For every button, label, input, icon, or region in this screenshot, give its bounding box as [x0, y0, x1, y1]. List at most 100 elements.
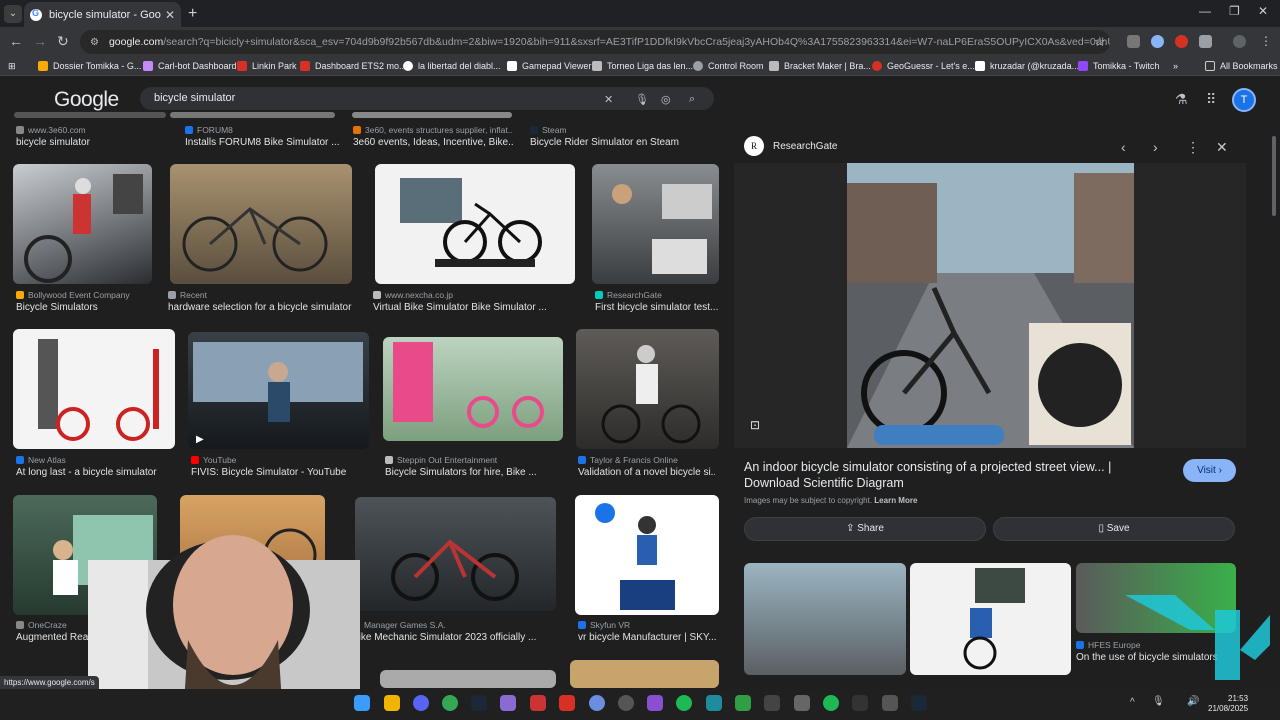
back-icon[interactable]: ←: [9, 33, 23, 49]
more-options-icon[interactable]: ⋮: [1186, 139, 1200, 156]
visit-button[interactable]: Visit ›: [1183, 459, 1236, 482]
result-caption[interactable]: Bicycle Rider Simulator en Steam: [530, 137, 720, 148]
search-input[interactable]: bicycle simulator: [140, 87, 714, 110]
file-explorer-icon[interactable]: [384, 695, 400, 711]
restore-icon[interactable]: ❐: [1229, 4, 1240, 18]
result-caption[interactable]: 3e60 events, Ideas, Incentive, Bike...: [353, 137, 513, 148]
result-image[interactable]: [170, 112, 335, 118]
steam-icon[interactable]: [471, 695, 487, 711]
result-image[interactable]: [383, 337, 563, 441]
result-caption[interactable]: bicycle simulator: [16, 137, 166, 148]
lens-camera-icon[interactable]: ◎: [661, 93, 671, 106]
tray-chevron-icon[interactable]: ^: [1130, 697, 1135, 708]
result-image[interactable]: ▶: [188, 332, 369, 449]
system-clock[interactable]: 21:53 21/08/2025: [1208, 694, 1248, 714]
indoor-bicycle-simulator-picture[interactable]: [734, 163, 1246, 448]
bookmark-item[interactable]: Dossier Tomikka - G...: [38, 61, 141, 71]
app-icon[interactable]: [589, 695, 605, 711]
microphone-tray-icon[interactable]: 🎙: [1152, 696, 1165, 707]
bookmark-item[interactable]: Bracket Maker | Bra...: [769, 61, 871, 71]
extension-icon[interactable]: [1151, 35, 1164, 48]
result-image[interactable]: [13, 164, 152, 284]
account-avatar[interactable]: T: [1232, 88, 1256, 112]
clear-search-icon[interactable]: ✕: [604, 93, 613, 106]
new-tab-button[interactable]: +: [188, 5, 197, 23]
spotify-icon[interactable]: [676, 695, 692, 711]
obs-icon[interactable]: [618, 695, 634, 711]
chrome-icon[interactable]: [442, 695, 458, 711]
active-tab[interactable]: bicycle simulator - Google Search ✕: [24, 2, 181, 27]
result-caption[interactable]: Bike Mechanic Simulator 2023 officially …: [352, 632, 537, 643]
app-icon[interactable]: [882, 695, 898, 711]
result-caption[interactable]: vr bicycle Manufacturer | SKY...: [578, 632, 718, 643]
terminal-icon[interactable]: [852, 695, 868, 711]
profile-icon[interactable]: [1233, 35, 1246, 48]
result-image[interactable]: [170, 164, 352, 284]
preview-source[interactable]: R ResearchGate: [744, 136, 837, 156]
bookmark-item[interactable]: Gamepad Viewer: [507, 61, 591, 71]
result-caption[interactable]: Virtual Bike Simulator Bike Simulator ..…: [373, 302, 583, 313]
bookmark-item[interactable]: Carl-bot Dashboard: [143, 61, 237, 71]
result-image[interactable]: [570, 660, 719, 688]
result-image[interactable]: [592, 164, 719, 284]
bookmark-item[interactable]: GeoGuessr - Let's e...: [872, 61, 975, 71]
app-icon[interactable]: [764, 695, 780, 711]
apps-grid-icon[interactable]: ⊞: [8, 61, 16, 72]
result-caption[interactable]: At long last - a bicycle simulator: [16, 467, 176, 478]
result-caption[interactable]: Augmented Realit...: [16, 632, 96, 643]
close-window-icon[interactable]: ✕: [1258, 4, 1268, 18]
app-icon[interactable]: [735, 695, 751, 711]
result-caption[interactable]: Validation of a novel bicycle si...: [578, 467, 715, 478]
share-button[interactable]: ⇪ Share: [744, 517, 986, 541]
previous-icon[interactable]: ‹: [1121, 139, 1126, 155]
close-tab-icon[interactable]: ✕: [165, 8, 175, 22]
more-bookmarks-icon[interactable]: »: [1173, 61, 1178, 71]
tab-search-button[interactable]: ⌄: [4, 5, 22, 23]
site-info-icon[interactable]: ⚙: [90, 37, 99, 48]
bookmark-item[interactable]: Tomikka - Twitch: [1078, 61, 1159, 71]
discord-icon[interactable]: [413, 695, 429, 711]
result-image[interactable]: [375, 164, 575, 284]
app-icon[interactable]: [500, 695, 516, 711]
result-image[interactable]: [352, 112, 512, 118]
bookmark-item[interactable]: Torneo Liga das len...: [592, 61, 693, 71]
app-icon[interactable]: [530, 695, 546, 711]
bookmark-star-icon[interactable]: ☆: [1094, 34, 1106, 50]
menu-kebab-icon[interactable]: ⋮: [1260, 34, 1272, 48]
related-image[interactable]: [910, 563, 1071, 675]
extension-icon[interactable]: [1175, 35, 1188, 48]
page-scrollbar[interactable]: [1272, 136, 1276, 216]
app-icon[interactable]: [794, 695, 810, 711]
windows-start-icon[interactable]: [354, 695, 370, 711]
result-caption[interactable]: hardware selection for a bicycle simulat…: [168, 302, 358, 313]
result-image[interactable]: [380, 670, 556, 688]
related-image[interactable]: [744, 563, 906, 675]
app-icon[interactable]: [559, 695, 575, 711]
result-caption[interactable]: Bicycle Simulators for hire, Bike ...: [385, 467, 565, 478]
learn-more-link[interactable]: Learn More: [874, 496, 917, 505]
extension-icon[interactable]: [1127, 35, 1140, 48]
result-caption[interactable]: FIVIS: Bicycle Simulator - YouTube: [191, 467, 371, 478]
microphone-icon[interactable]: 🎙: [635, 93, 649, 106]
next-icon[interactable]: ›: [1153, 139, 1158, 155]
result-caption[interactable]: Installs FORUM8 Bike Simulator ...: [185, 137, 340, 148]
reload-icon[interactable]: ↻: [57, 33, 69, 50]
extensions-puzzle-icon[interactable]: [1199, 35, 1212, 48]
preview-title[interactable]: An indoor bicycle simulator consisting o…: [744, 459, 1169, 491]
result-caption[interactable]: Bicycle Simulators: [16, 302, 166, 313]
app-icon[interactable]: [647, 695, 663, 711]
steam-icon[interactable]: [911, 695, 927, 711]
result-image[interactable]: [14, 112, 166, 118]
google-apps-icon[interactable]: ⠿: [1206, 91, 1216, 108]
bookmark-item[interactable]: Dashboard ETS2 mo...: [300, 61, 407, 71]
address-bar[interactable]: ⚙ google.com/search?q=bicicly+simulator&…: [80, 30, 1110, 54]
result-image[interactable]: [13, 329, 175, 449]
forward-icon[interactable]: →: [33, 33, 47, 49]
close-preview-icon[interactable]: ✕: [1216, 139, 1228, 156]
google-logo[interactable]: Google: [54, 88, 119, 112]
save-button[interactable]: ▯ Save: [993, 517, 1235, 541]
minimize-icon[interactable]: —: [1199, 4, 1211, 18]
all-bookmarks-folder[interactable]: All Bookmarks: [1205, 61, 1278, 71]
spotify-icon[interactable]: [823, 695, 839, 711]
result-image[interactable]: [576, 329, 719, 449]
